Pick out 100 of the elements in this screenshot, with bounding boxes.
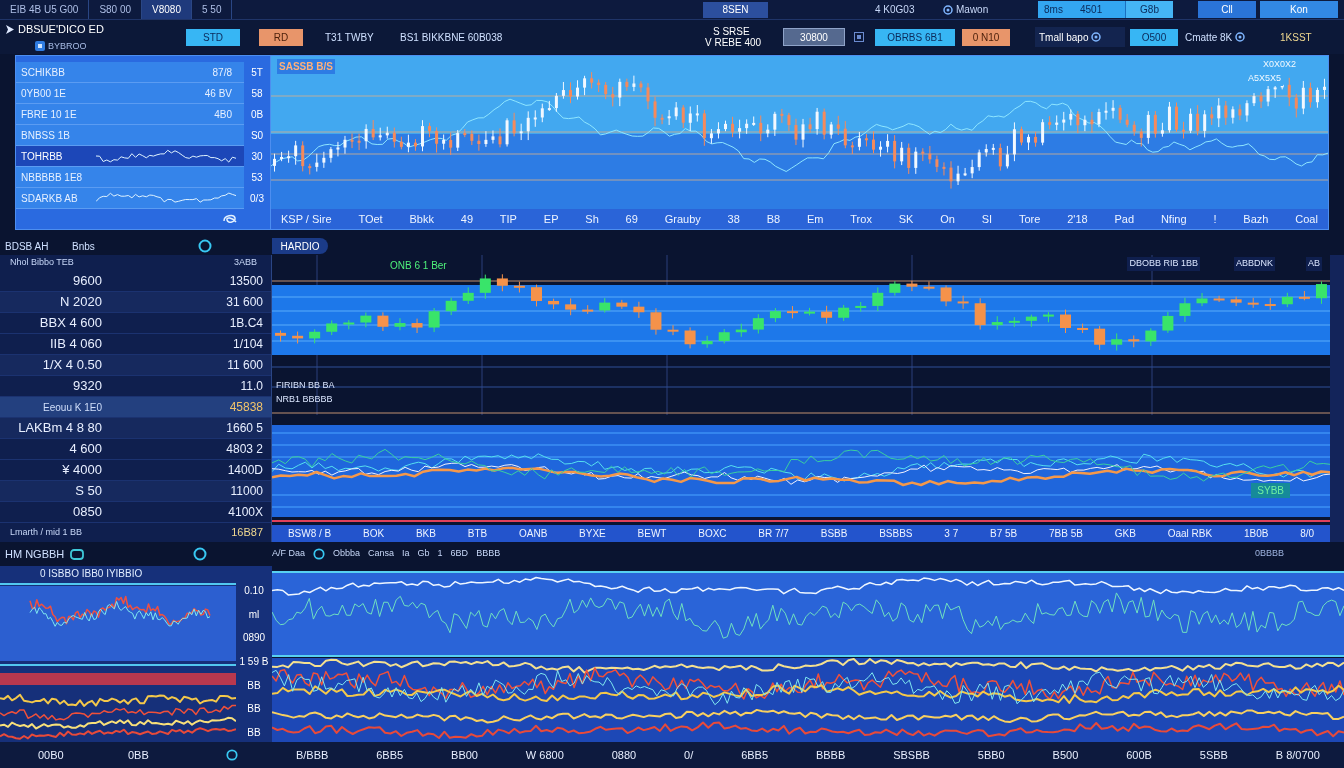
row-value: 31 600 xyxy=(226,294,264,311)
chart-tab[interactable]: HARDIO xyxy=(272,238,328,254)
axis-label: BOK xyxy=(363,527,385,541)
axis-label: OANB xyxy=(518,527,548,541)
row-label: ¥ 4000 xyxy=(61,461,102,480)
axis-label: BKB xyxy=(415,527,436,541)
row-label: 4 600 xyxy=(68,440,102,459)
row-label: SCHIKBB xyxy=(20,65,66,80)
axis-label: BYXE xyxy=(579,527,606,541)
tab[interactable]: 8SEN xyxy=(703,1,768,18)
row-label: 9600 xyxy=(72,272,102,291)
tag-icon xyxy=(70,548,85,560)
row-label: S 50 xyxy=(74,482,102,501)
balance-text: Cmatte 8K xyxy=(1185,30,1233,45)
list-row[interactable]: 1/X 4 0.50 11 600 xyxy=(0,355,271,376)
axis-label: 0B xyxy=(249,108,265,122)
toolbar-button[interactable]: Kon xyxy=(1260,1,1338,18)
row-label: N 2020 xyxy=(59,293,102,312)
axis-label: 0BB xyxy=(128,747,150,763)
axis-label: TIP xyxy=(499,211,517,227)
axis-label: Sh xyxy=(585,211,599,227)
swirl-icon xyxy=(222,213,238,225)
account-field[interactable]: Tmall bapo xyxy=(1035,27,1125,47)
axis-label: 7BB 5B xyxy=(1049,527,1083,541)
status-icon xyxy=(943,4,953,15)
axis-label: Grauby xyxy=(664,211,701,227)
balance-icon xyxy=(1235,32,1246,42)
axis-label: Em xyxy=(806,211,824,227)
row-label: TOHRBB xyxy=(20,149,64,164)
axis-label: TOet xyxy=(358,211,383,227)
chart-header-text: 1 xyxy=(437,547,443,561)
list-row[interactable]: S 50 11000 xyxy=(0,481,271,502)
axis-label: Bazh xyxy=(1243,211,1269,227)
quote-symbol: 8ms xyxy=(1043,3,1064,17)
quote-change: G8b xyxy=(1125,1,1173,18)
account-icon xyxy=(1091,32,1102,42)
axis-label: 2'18 xyxy=(1067,211,1088,227)
axis-label: BEWT xyxy=(637,527,667,541)
row-value: 11 600 xyxy=(227,357,264,374)
chart-note: ABBDNK xyxy=(1234,257,1275,271)
stat-text: T31 TWBY xyxy=(325,30,375,45)
row-label: 1/X 4 0.50 xyxy=(41,356,102,375)
axis-label: B 8/0700 xyxy=(1275,747,1320,763)
axis-label: 0.10 xyxy=(243,584,265,598)
chart-header-text: Gb xyxy=(417,547,430,561)
tab[interactable]: V8080 xyxy=(142,0,192,19)
chart-note: FIRIBN BB BA xyxy=(276,379,335,392)
axis-label: B500 xyxy=(1052,747,1079,763)
row-value: 13500 xyxy=(229,273,264,290)
chart-header-text: Ia xyxy=(402,547,410,561)
list-row[interactable]: N 2020 31 600 xyxy=(0,292,271,313)
order-button[interactable]: OBRBS 6B1 xyxy=(875,28,955,46)
order-button[interactable]: 0 N10 xyxy=(962,28,1010,46)
panel-subtitle: Bnbs xyxy=(72,239,95,254)
axis-label: BOXC xyxy=(698,527,727,541)
list-row[interactable]: TOHRBB xyxy=(16,146,244,167)
axis-label: BB xyxy=(246,702,262,717)
axis-label: On xyxy=(940,211,955,227)
axis-label: BB xyxy=(246,678,262,693)
list-row[interactable]: Eeouu K 1E0 45838 xyxy=(0,397,271,418)
account-button[interactable]: O500 xyxy=(1130,28,1178,46)
toolbar-button[interactable]: Cll xyxy=(1198,1,1256,18)
list-row[interactable]: LAKBm 4 8 80 1660 5 xyxy=(0,418,271,439)
tab[interactable]: EIB 4B U5 G00 xyxy=(0,0,90,19)
chart-header-text: A/F Daa xyxy=(272,547,305,561)
status-text: Mawon xyxy=(956,3,989,17)
price-field[interactable]: 30800 xyxy=(783,28,845,46)
axis-label: Trox xyxy=(850,211,872,227)
chart-note: AB xyxy=(1306,257,1322,271)
axis-label: 6BB5 xyxy=(376,747,404,763)
square-icon xyxy=(35,41,45,52)
axis-label: Pad xyxy=(1114,211,1135,227)
row-value: 11.0 xyxy=(240,378,264,395)
axis-label: B7 5B xyxy=(990,527,1018,541)
chart-header-text: Obbba xyxy=(333,547,361,561)
axis-label: BB00 xyxy=(451,747,478,763)
chart-note: DBOBB RIB 1BB xyxy=(1127,257,1200,271)
axis-label: 0880 xyxy=(611,747,637,763)
axis-label: 53 xyxy=(250,171,264,185)
row-value: 4803 2 xyxy=(226,441,264,458)
tab[interactable]: 5 50 xyxy=(192,0,233,19)
axis-label: W 6800 xyxy=(525,747,564,763)
axis-label: ! xyxy=(1213,211,1217,227)
axis-label: Oaal RBK xyxy=(1167,527,1213,541)
axis-label: SI xyxy=(981,211,993,227)
row-value: 1B.C4 xyxy=(229,315,264,332)
footer-value: 16B87 xyxy=(231,525,264,541)
action-button[interactable]: STD xyxy=(186,28,240,46)
chart-note: A5X5X5 xyxy=(1245,72,1283,86)
row-value: 1660 5 xyxy=(226,420,264,437)
grid-icon[interactable] xyxy=(854,32,864,42)
axis-label: 49 xyxy=(460,211,473,227)
axis-label: BSBBS xyxy=(879,527,913,541)
row-value: 1400D xyxy=(227,462,264,479)
axis-label: 6BB5 xyxy=(741,747,769,763)
quote-text: V REBE 400 xyxy=(705,37,763,48)
axis-label: 38 xyxy=(727,211,740,227)
action-button[interactable]: RD xyxy=(259,28,303,46)
axis-label: Coal xyxy=(1295,211,1318,227)
axis-label: 1 59 B xyxy=(238,654,270,669)
